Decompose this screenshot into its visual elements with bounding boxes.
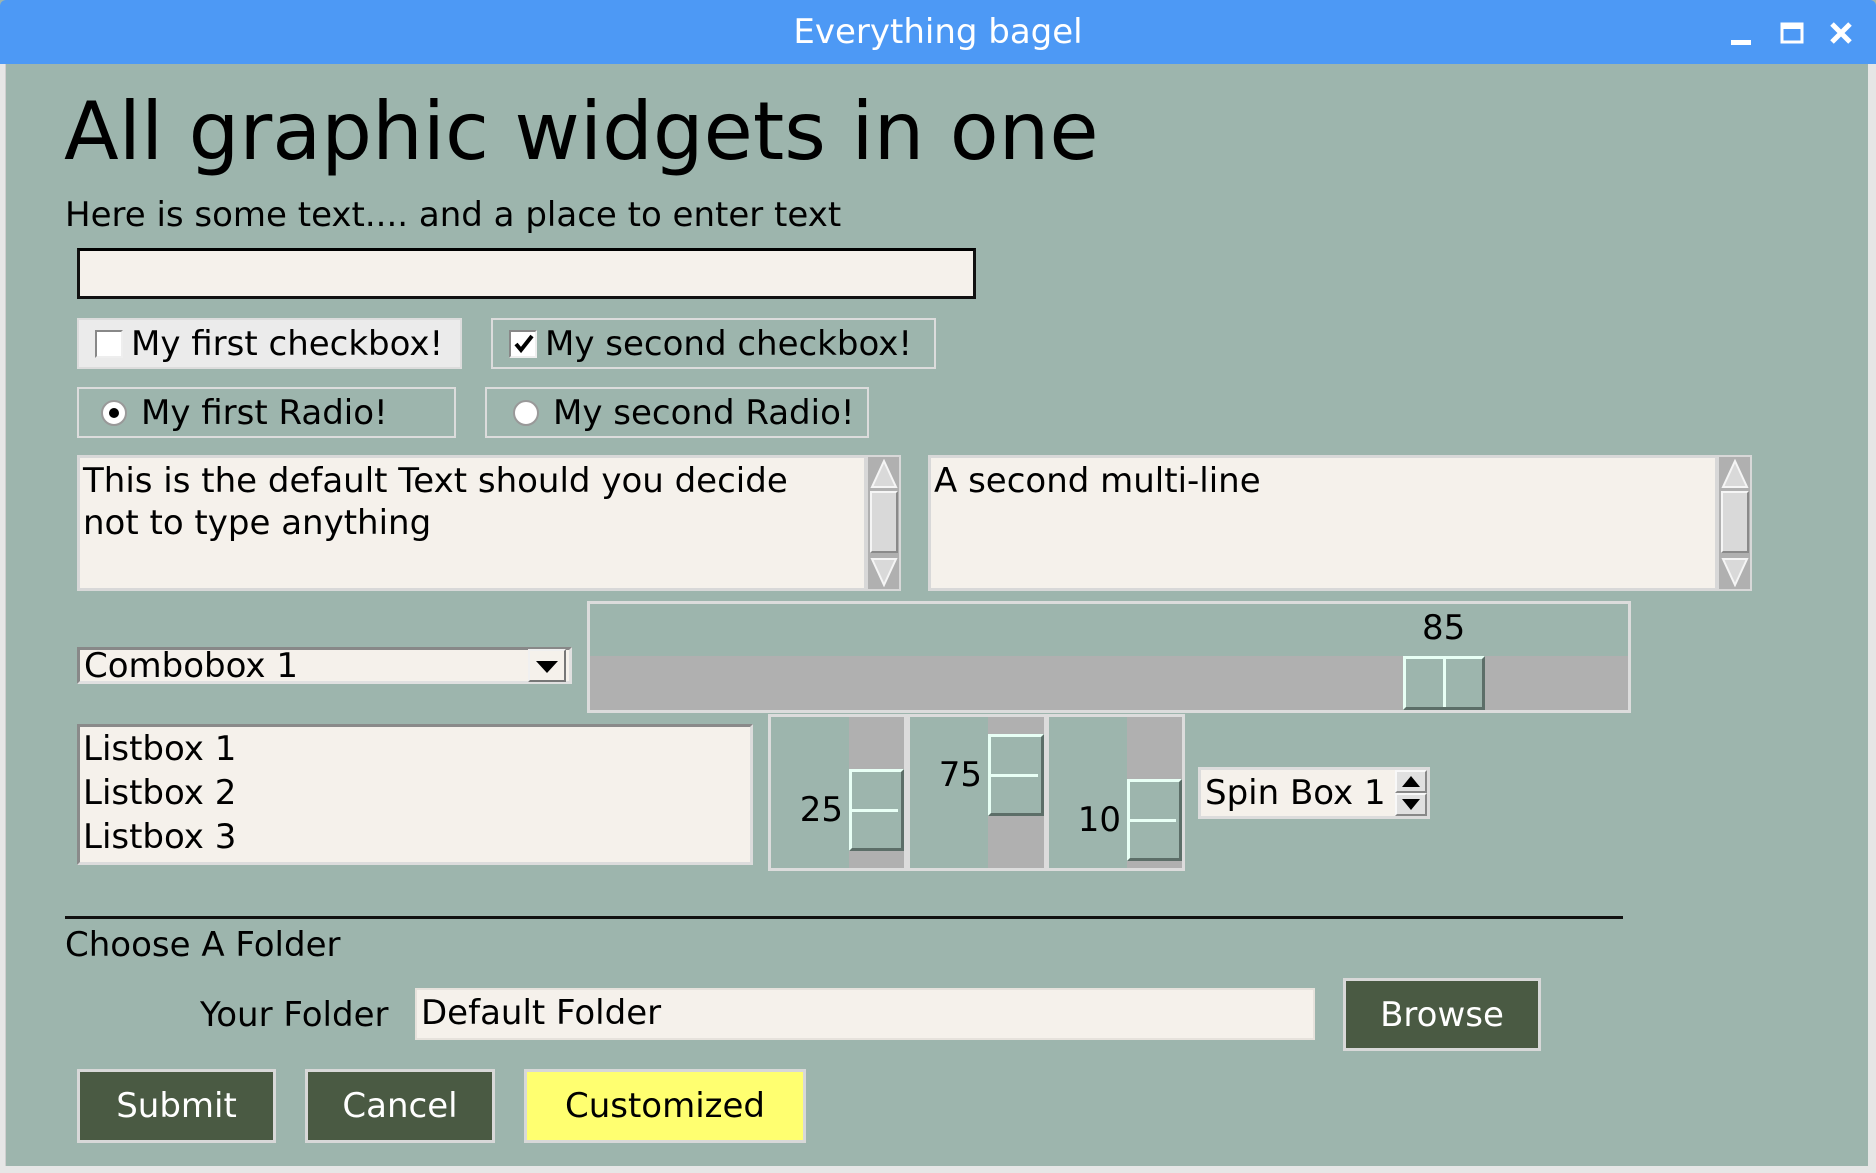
- listbox-item[interactable]: Listbox 3: [83, 815, 750, 859]
- multiline-line: not to type anything: [83, 503, 432, 543]
- minimize-button[interactable]: [1722, 14, 1760, 52]
- folder-section-title: Choose A Folder: [65, 925, 341, 965]
- window-title: Everything bagel: [793, 12, 1083, 52]
- horizontal-separator: [65, 916, 1623, 919]
- maximize-icon: [1780, 22, 1804, 44]
- spin-up-button[interactable]: [1395, 770, 1427, 793]
- thumb-grip: [1130, 819, 1176, 823]
- multiline-1-scrollbar[interactable]: [866, 455, 901, 591]
- vertical-slider-value: 25: [799, 789, 843, 830]
- vertical-slider-value: 75: [938, 755, 982, 796]
- vertical-slider-3: 10: [1046, 714, 1185, 871]
- chevron-down-icon: [536, 661, 558, 673]
- radio-label: My first Radio!: [141, 392, 388, 433]
- spinbox-value: Spin Box 1: [1205, 773, 1386, 813]
- vertical-slider-thumb[interactable]: [849, 768, 904, 851]
- multiline-line: A second multi-line: [934, 461, 1261, 501]
- browse-button-label: Browse: [1380, 994, 1504, 1035]
- spin-down-button[interactable]: [1395, 793, 1427, 816]
- combobox-dropdown-button[interactable]: [528, 649, 566, 682]
- multiline-text-2[interactable]: A second multi-line: [928, 455, 1718, 591]
- close-icon: [1830, 22, 1852, 44]
- folder-input-value: Default Folder: [421, 993, 662, 1033]
- vertical-slider-thumb[interactable]: [988, 734, 1044, 817]
- listbox-item[interactable]: Listbox 2: [83, 771, 750, 815]
- submit-button[interactable]: Submit: [77, 1069, 276, 1143]
- scroll-up-arrow-icon[interactable]: [870, 459, 898, 489]
- checkbox-label: My first checkbox!: [131, 323, 444, 364]
- thumb-grip: [991, 774, 1038, 778]
- thumb-grip: [852, 808, 898, 812]
- text-input[interactable]: [77, 248, 976, 299]
- scroll-thumb[interactable]: [870, 491, 898, 553]
- page-title: All graphic widgets in one: [64, 85, 1099, 178]
- checkbox-box[interactable]: [95, 329, 123, 358]
- scroll-up-arrow-icon[interactable]: [1721, 459, 1749, 489]
- vertical-slider-thumb[interactable]: [1127, 779, 1182, 862]
- combobox-value: Combobox 1: [84, 646, 298, 686]
- thumb-grip: [1442, 659, 1446, 707]
- caret-up-icon: [1402, 776, 1420, 787]
- listbox-item[interactable]: Listbox 1: [83, 727, 750, 771]
- customized-button-label: Customized: [564, 1086, 766, 1126]
- multiline-line: This is the default Text should you deci…: [83, 461, 788, 501]
- submit-button-label: Submit: [116, 1086, 237, 1126]
- radio-first[interactable]: My first Radio!: [77, 387, 456, 438]
- checkbox-box[interactable]: [509, 329, 537, 358]
- vertical-slider-1: 25: [768, 714, 907, 871]
- checkbox-first[interactable]: My first checkbox!: [77, 318, 462, 369]
- subtitle-text: Here is some text.... and a place to ent…: [65, 195, 842, 235]
- vertical-slider-value: 10: [1077, 800, 1121, 841]
- checkbox-label: My second checkbox!: [545, 323, 912, 364]
- radio-button-selected[interactable]: [101, 399, 127, 426]
- browse-button[interactable]: Browse: [1343, 978, 1541, 1051]
- cancel-button-label: Cancel: [342, 1086, 458, 1126]
- radio-button[interactable]: [513, 399, 539, 426]
- scroll-down-arrow-icon[interactable]: [1721, 557, 1749, 587]
- scroll-down-arrow-icon[interactable]: [870, 557, 898, 587]
- radio-second[interactable]: My second Radio!: [485, 387, 869, 438]
- cancel-button[interactable]: Cancel: [305, 1069, 495, 1143]
- multiline-text-1[interactable]: This is the default Text should you deci…: [77, 455, 867, 591]
- checkmark-icon: [514, 334, 534, 353]
- vertical-slider-2: 75: [907, 714, 1047, 871]
- listbox[interactable]: Listbox 1 Listbox 2 Listbox 3: [77, 724, 753, 865]
- horizontal-slider-value: 85: [1421, 608, 1466, 648]
- window-bottom-border: [0, 1166, 1876, 1173]
- radio-label: My second Radio!: [553, 392, 855, 433]
- folder-label: Your Folder: [200, 995, 389, 1035]
- minimize-icon: [1731, 40, 1751, 45]
- window-left-border: [0, 64, 6, 1173]
- maximize-button[interactable]: [1772, 14, 1810, 52]
- multiline-2-scrollbar[interactable]: [1717, 455, 1752, 591]
- window-right-border: [1868, 64, 1876, 1173]
- customized-button[interactable]: Customized: [524, 1069, 806, 1143]
- checkbox-second[interactable]: My second checkbox!: [491, 318, 936, 369]
- folder-input[interactable]: Default Folder: [415, 988, 1315, 1040]
- close-button[interactable]: [1822, 14, 1860, 52]
- scroll-thumb[interactable]: [1721, 491, 1749, 553]
- horizontal-slider-thumb[interactable]: [1402, 656, 1485, 710]
- caret-down-icon: [1402, 799, 1420, 810]
- combobox[interactable]: Combobox 1: [77, 647, 572, 684]
